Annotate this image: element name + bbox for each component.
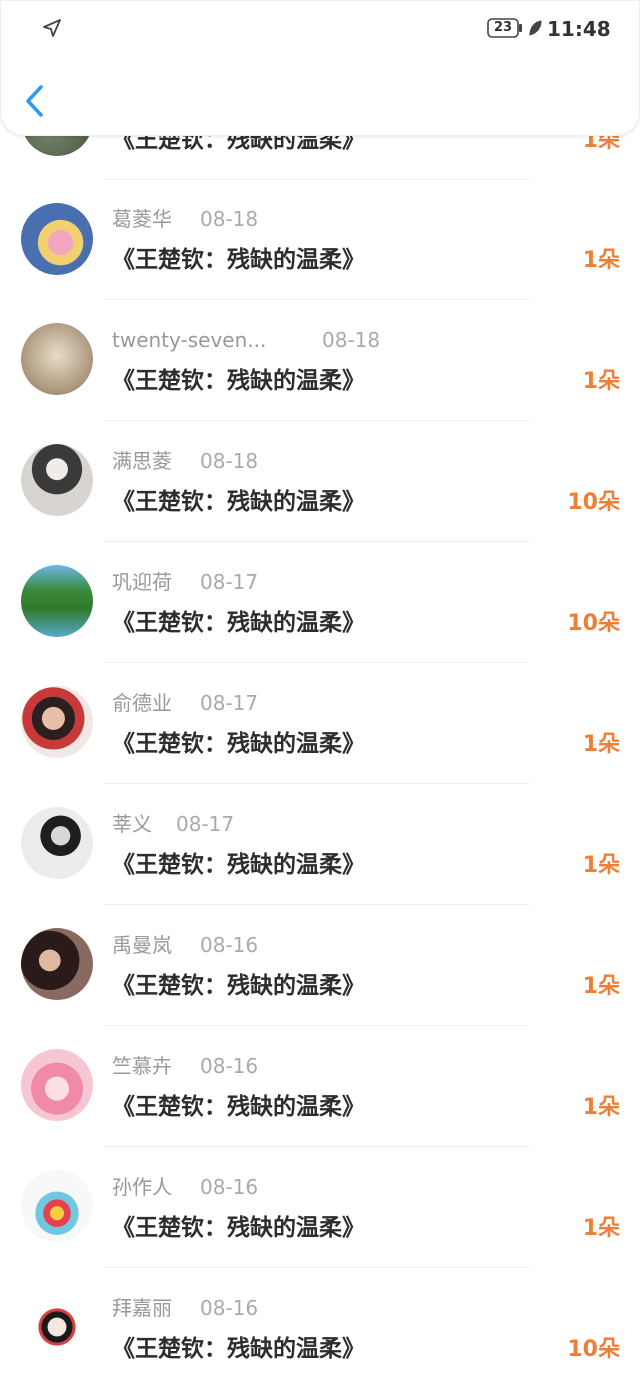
user-name: 葛菱华 bbox=[112, 207, 172, 231]
status-bar: 23 11:48 bbox=[1, 1, 640, 57]
gift-date: 08-17 bbox=[200, 691, 259, 715]
flower-count: 1朵 bbox=[582, 974, 620, 999]
gift-date: 08-16 bbox=[200, 1175, 259, 1199]
divider bbox=[104, 1025, 530, 1026]
clock: 11:48 bbox=[547, 17, 611, 41]
gift-date: 08-16 bbox=[200, 1296, 259, 1320]
work-title: 《王楚钦：残缺的温柔》 bbox=[112, 368, 365, 394]
back-button[interactable] bbox=[17, 79, 57, 123]
flower-count: 1朵 bbox=[582, 853, 620, 878]
work-title: 《王楚钦：残缺的温柔》 bbox=[112, 852, 365, 878]
work-title: 《王楚钦：残缺的温柔》 bbox=[112, 610, 365, 636]
avatar[interactable] bbox=[21, 565, 93, 637]
gift-date: 08-16 bbox=[200, 1054, 259, 1078]
user-name: 俞德业 bbox=[112, 691, 172, 715]
gift-date: 08-16 bbox=[200, 933, 259, 957]
user-name: 满思菱 bbox=[112, 449, 172, 473]
work-title: 《王楚钦：残缺的温柔》 bbox=[112, 1094, 365, 1120]
list-item[interactable]: 竺慕卉 08-16 《王楚钦：残缺的温柔》 1朵 bbox=[0, 1027, 640, 1148]
list-item[interactable]: 俞德业 08-17 《王楚钦：残缺的温柔》 1朵 bbox=[0, 664, 640, 785]
user-name: 拜嘉丽 bbox=[112, 1296, 172, 1320]
work-title: 《王楚钦：残缺的温柔》 bbox=[112, 247, 365, 273]
avatar[interactable] bbox=[21, 1170, 93, 1242]
gift-date: 08-17 bbox=[200, 570, 259, 594]
avatar[interactable] bbox=[21, 686, 93, 758]
flower-count: 1朵 bbox=[582, 248, 620, 273]
avatar[interactable] bbox=[21, 444, 93, 516]
divider bbox=[104, 662, 530, 663]
avatar[interactable] bbox=[21, 928, 93, 1000]
user-name: 莘义 bbox=[112, 812, 152, 836]
gift-date: 08-18 bbox=[200, 449, 259, 473]
list-item[interactable]: 孙作人 08-16 《王楚钦：残缺的温柔》 1朵 bbox=[0, 1148, 640, 1269]
list-item[interactable]: 禹曼岚 08-16 《王楚钦：残缺的温柔》 1朵 bbox=[0, 906, 640, 1027]
flower-count: 1朵 bbox=[582, 1216, 620, 1241]
divider bbox=[104, 299, 530, 300]
divider bbox=[104, 541, 530, 542]
work-title: 《王楚钦：残缺的温柔》 bbox=[112, 973, 365, 999]
divider bbox=[104, 1267, 530, 1268]
list-item[interactable]: 莘义 08-17 《王楚钦：残缺的温柔》 1朵 bbox=[0, 785, 640, 906]
work-title: 《王楚钦：残缺的温柔》 bbox=[112, 489, 365, 515]
chevron-left-icon bbox=[26, 85, 43, 117]
divider bbox=[104, 420, 530, 421]
work-title: 《王楚钦：残缺的温柔》 bbox=[112, 731, 365, 757]
flower-count: 1朵 bbox=[582, 369, 620, 394]
user-name: 巩迎荷 bbox=[112, 570, 172, 594]
flower-count: 1朵 bbox=[582, 732, 620, 757]
avatar[interactable] bbox=[21, 203, 93, 275]
work-title: 《王楚钦：残缺的温柔》 bbox=[112, 1336, 365, 1362]
list-item[interactable]: 巩迎荷 08-17 《王楚钦：残缺的温柔》 10朵 bbox=[0, 543, 640, 664]
list-item[interactable]: 拜嘉丽 08-16 《王楚钦：残缺的温柔》 10朵 bbox=[0, 1269, 640, 1390]
avatar[interactable] bbox=[21, 807, 93, 879]
list-item[interactable]: twenty-seven... 08-18 《王楚钦：残缺的温柔》 1朵 bbox=[0, 301, 640, 422]
header-bar: 23 11:48 bbox=[0, 0, 640, 136]
avatar[interactable] bbox=[21, 1049, 93, 1121]
flower-count: 10朵 bbox=[567, 490, 620, 515]
gift-date: 08-18 bbox=[200, 207, 259, 231]
divider bbox=[104, 1146, 530, 1147]
avatar[interactable] bbox=[21, 323, 93, 395]
flower-count: 10朵 bbox=[567, 1337, 620, 1362]
location-arrow-icon bbox=[43, 19, 61, 37]
divider bbox=[104, 904, 530, 905]
avatar[interactable] bbox=[21, 1291, 93, 1363]
flower-count: 1朵 bbox=[582, 1095, 620, 1120]
list-item[interactable]: 满思菱 08-18 《王楚钦：残缺的温柔》 10朵 bbox=[0, 422, 640, 543]
user-name: 孙作人 bbox=[112, 1175, 172, 1199]
user-name: 禹曼岚 bbox=[112, 933, 172, 957]
user-name: 竺慕卉 bbox=[112, 1054, 172, 1078]
work-title: 《王楚钦：残缺的温柔》 bbox=[112, 1215, 365, 1241]
leaf-icon bbox=[529, 20, 542, 36]
gift-date: 08-18 bbox=[322, 328, 381, 352]
flower-count: 10朵 bbox=[567, 611, 620, 636]
gift-date: 08-17 bbox=[176, 812, 235, 836]
user-name: twenty-seven... bbox=[112, 328, 267, 352]
battery-level: 23 bbox=[493, 20, 513, 35]
battery-icon: 23 bbox=[487, 18, 523, 38]
divider bbox=[104, 783, 530, 784]
list-item[interactable]: 葛菱华 08-18 《王楚钦：残缺的温柔》 1朵 bbox=[0, 180, 640, 301]
